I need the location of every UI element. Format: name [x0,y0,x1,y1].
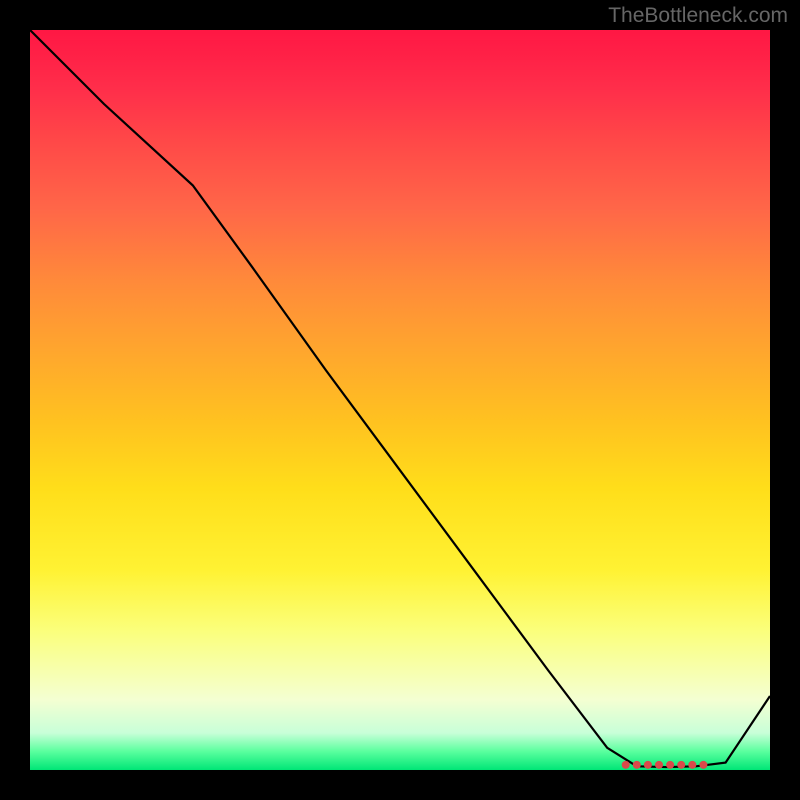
marker-dot [666,761,674,769]
chart-svg [30,30,770,770]
plot-area [30,30,770,770]
marker-dot [633,761,641,769]
marker-dot [655,761,663,769]
marker-dot [677,761,685,769]
marker-dot [699,761,707,769]
marker-dot [688,761,696,769]
marker-dot [622,761,630,769]
watermark-text: TheBottleneck.com [608,4,788,28]
marker-dot [644,761,652,769]
chart-line [30,30,770,767]
